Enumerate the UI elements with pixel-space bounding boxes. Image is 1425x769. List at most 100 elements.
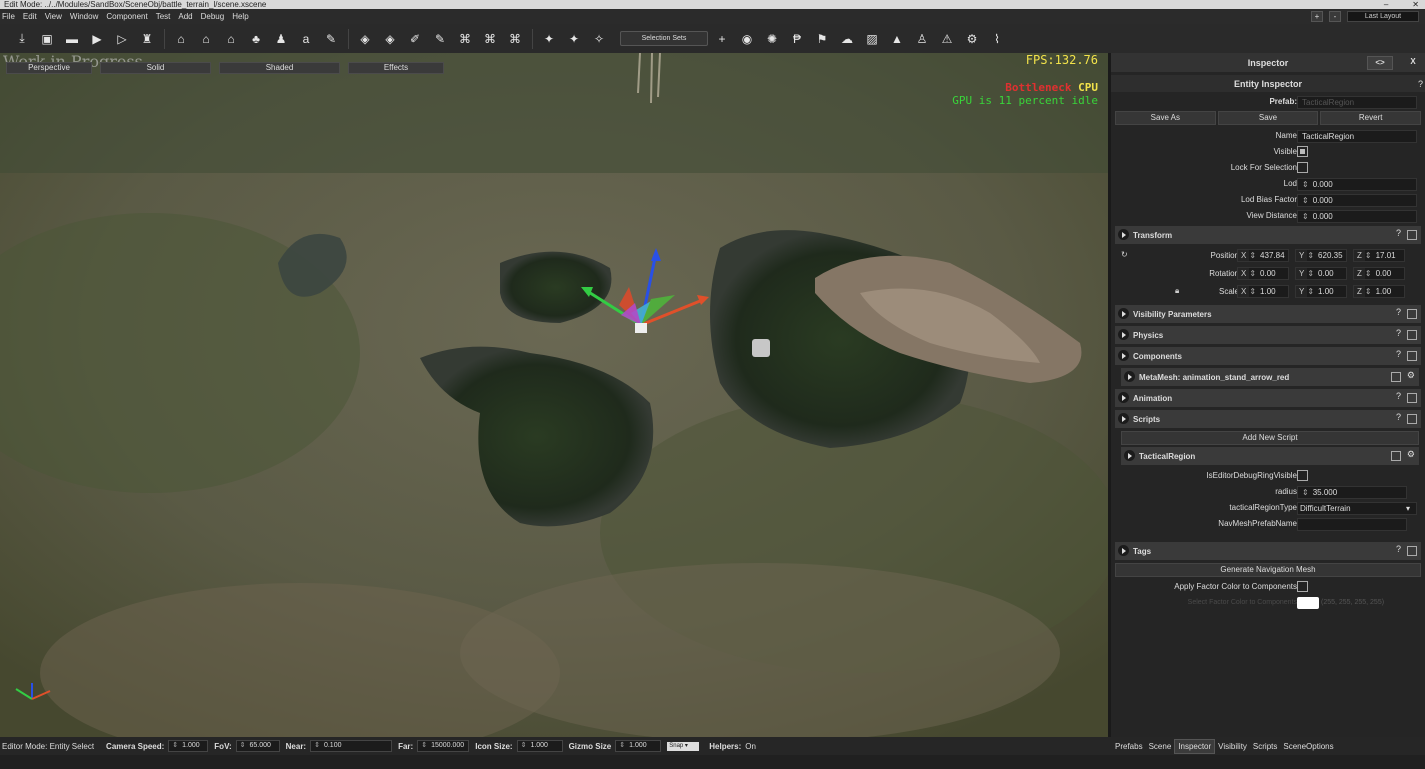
menu-test[interactable]: Test bbox=[156, 12, 171, 21]
rotation-y-input[interactable]: Y ⇕ 0.00 bbox=[1295, 267, 1347, 280]
selection-sets-button[interactable]: Selection Sets bbox=[620, 31, 708, 46]
icon-size-input[interactable]: ⇕ 1.000 bbox=[516, 740, 563, 752]
revert-button[interactable]: Revert bbox=[1320, 111, 1422, 125]
visibility-parameters-section[interactable]: Visibility Parameters ? bbox=[1115, 305, 1421, 323]
menu-window[interactable]: Window bbox=[70, 12, 98, 21]
rotation-z-input[interactable]: Z ⇕ 0.00 bbox=[1353, 267, 1405, 280]
transform-gizmo[interactable] bbox=[575, 243, 715, 343]
tab-prefabs[interactable]: Prefabs bbox=[1112, 740, 1146, 753]
scene-viewport[interactable]: Work in Progress Perspective Solid Shade… bbox=[0, 53, 1108, 737]
add-layout-button[interactable]: + bbox=[1311, 11, 1323, 22]
flag-icon[interactable]: ⚑ bbox=[814, 31, 830, 47]
position-z-input[interactable]: Z ⇕ 17.01 bbox=[1353, 249, 1405, 262]
tactical-region-script[interactable]: TacticalRegion ⚙ bbox=[1121, 447, 1419, 465]
lamp-icon[interactable]: ♙ bbox=[914, 31, 930, 47]
text-icon[interactable]: a bbox=[298, 31, 314, 47]
save-as-button[interactable]: Save As bbox=[1115, 111, 1216, 125]
tree-icon[interactable]: ♣ bbox=[248, 31, 264, 47]
scale-y-input[interactable]: Y ⇕ 1.00 bbox=[1295, 285, 1347, 298]
menu-file[interactable]: File bbox=[2, 12, 15, 21]
physics-help-icon[interactable]: ? bbox=[1396, 328, 1401, 340]
visible-checkbox[interactable] bbox=[1297, 146, 1308, 157]
transform-help-icon[interactable]: ? bbox=[1396, 228, 1401, 240]
reset-icon[interactable]: ↻ bbox=[1121, 250, 1128, 259]
save-icon[interactable]: ▣ bbox=[39, 31, 55, 47]
gizmo-size-input[interactable]: ⇕ 1.000 bbox=[615, 740, 662, 752]
shaded-button[interactable]: Shaded bbox=[219, 62, 340, 74]
build-icon[interactable]: ♜ bbox=[139, 31, 155, 47]
minimize-icon[interactable]: ‒ bbox=[1384, 0, 1388, 9]
far-input[interactable]: ⇕ 15000.000 bbox=[417, 740, 470, 752]
warning-icon[interactable]: ⚠ bbox=[939, 31, 955, 47]
close-window-icon[interactable]: ✕ bbox=[1412, 0, 1419, 9]
animation-menu-icon[interactable] bbox=[1407, 393, 1417, 403]
transform-section[interactable]: Transform ? bbox=[1115, 226, 1421, 244]
tactical-settings-icon[interactable]: ⚙ bbox=[1407, 449, 1415, 461]
navmesh-prefab-input[interactable] bbox=[1297, 518, 1407, 531]
snap-dropdown[interactable]: Snap ▾ bbox=[667, 741, 700, 751]
wand-icon[interactable]: ✧ bbox=[591, 31, 607, 47]
mountain-icon[interactable]: ▲ bbox=[889, 31, 905, 47]
cloud-icon[interactable]: ☁ bbox=[839, 31, 855, 47]
camera-icon[interactable]: ◉ bbox=[739, 31, 755, 47]
house-solid-icon[interactable]: ⌂ bbox=[198, 31, 214, 47]
group-icon[interactable]: ⌘ bbox=[457, 31, 473, 47]
metamesh-menu-icon[interactable] bbox=[1390, 372, 1401, 382]
animation-help-icon[interactable]: ? bbox=[1396, 391, 1401, 403]
solid-button[interactable]: Solid bbox=[100, 62, 211, 74]
add-selection-set-button[interactable]: + bbox=[714, 31, 730, 47]
rotation-x-input[interactable]: X ⇕ 0.00 bbox=[1237, 267, 1289, 280]
tool-icon[interactable]: ✎ bbox=[323, 31, 339, 47]
image-icon[interactable]: ▨ bbox=[864, 31, 880, 47]
terrain-view[interactable] bbox=[0, 53, 1108, 737]
entity-icon[interactable] bbox=[752, 339, 770, 357]
menu-help[interactable]: Help bbox=[232, 12, 248, 21]
pbr-icon[interactable]: ₱ bbox=[789, 31, 805, 47]
layout-select[interactable]: Last Layout bbox=[1347, 11, 1419, 22]
region-type-dropdown[interactable]: DifficultTerrain bbox=[1297, 502, 1417, 515]
help-icon[interactable]: ? bbox=[1418, 79, 1423, 89]
house-alt-icon[interactable]: ⌂ bbox=[223, 31, 239, 47]
inspector-close-button[interactable]: X bbox=[1403, 56, 1423, 70]
view-distance-input[interactable]: ⇕ 0.000 bbox=[1297, 210, 1417, 223]
tags-menu-icon[interactable] bbox=[1407, 546, 1417, 556]
apply-factor-checkbox[interactable] bbox=[1297, 581, 1308, 592]
fov-input[interactable]: ⇕ 65.000 bbox=[235, 740, 280, 752]
shield-alt-icon[interactable]: ◈ bbox=[382, 31, 398, 47]
paint-icon[interactable]: ✎ bbox=[432, 31, 448, 47]
menu-view[interactable]: View bbox=[45, 12, 62, 21]
menu-debug[interactable]: Debug bbox=[201, 12, 225, 21]
tab-inspector[interactable]: Inspector bbox=[1174, 738, 1216, 754]
metamesh-component[interactable]: MetaMesh: animation_stand_arrow_red ⚙ bbox=[1121, 368, 1419, 386]
remove-layout-button[interactable]: - bbox=[1329, 11, 1341, 22]
play-icon[interactable]: ▶ bbox=[89, 31, 105, 47]
new-scene-icon[interactable]: ⤓ bbox=[14, 31, 30, 47]
pin-icon[interactable]: ✦ bbox=[541, 31, 557, 47]
near-input[interactable]: ⇕ 0.100 bbox=[310, 740, 393, 752]
ruler-icon[interactable]: ⌇ bbox=[989, 31, 1005, 47]
house-icon[interactable]: ⌂ bbox=[173, 31, 189, 47]
position-y-input[interactable]: Y ⇕ 620.35 bbox=[1295, 249, 1347, 262]
open-folder-icon[interactable]: ▬ bbox=[64, 31, 80, 47]
lights-icon[interactable]: ✺ bbox=[764, 31, 780, 47]
visibility-help-icon[interactable]: ? bbox=[1396, 307, 1401, 319]
scripts-section[interactable]: Scripts ? bbox=[1115, 410, 1421, 428]
menu-add[interactable]: Add bbox=[178, 12, 192, 21]
factor-color-swatch[interactable] bbox=[1297, 597, 1319, 609]
name-input[interactable]: TacticalRegion bbox=[1297, 130, 1417, 143]
group-third-icon[interactable]: ⌘ bbox=[507, 31, 523, 47]
animation-section[interactable]: Animation ? bbox=[1115, 389, 1421, 407]
visibility-menu-icon[interactable] bbox=[1407, 309, 1417, 319]
components-menu-icon[interactable] bbox=[1407, 351, 1417, 361]
scale-x-input[interactable]: X ⇕ 1.00 bbox=[1237, 285, 1289, 298]
save-button[interactable]: Save bbox=[1217, 111, 1319, 125]
tags-section[interactable]: Tags ? bbox=[1115, 542, 1421, 560]
effects-button[interactable]: Effects bbox=[348, 62, 444, 74]
inspector-toggle-button[interactable]: <> bbox=[1367, 56, 1393, 70]
components-help-icon[interactable]: ? bbox=[1396, 349, 1401, 361]
helpers-value[interactable]: On bbox=[745, 742, 756, 751]
tab-scripts[interactable]: Scripts bbox=[1250, 740, 1280, 753]
metamesh-settings-icon[interactable]: ⚙ bbox=[1407, 370, 1415, 382]
tactical-menu-icon[interactable] bbox=[1390, 451, 1401, 461]
shield-icon[interactable]: ◈ bbox=[357, 31, 373, 47]
